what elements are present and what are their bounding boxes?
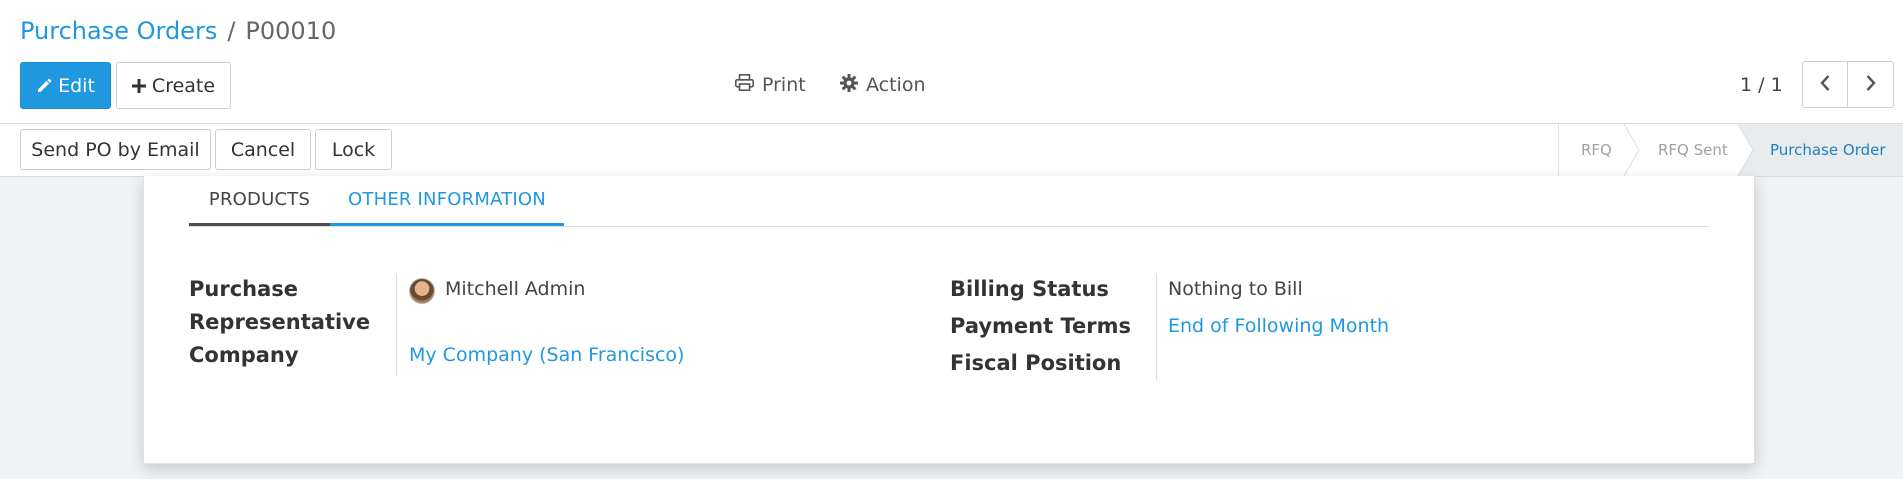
payment-terms-value[interactable]: End of Following Month (1168, 312, 1389, 340)
pager-value[interactable]: 1 / 1 (1740, 70, 1783, 100)
stage-purchase-order[interactable]: Purchase Order (1770, 124, 1886, 176)
tab-products[interactable]: PRODUCTS (189, 176, 330, 226)
breadcrumb-current: P00010 (245, 17, 337, 45)
printer-icon (735, 74, 754, 96)
notebook-tabs: PRODUCTS OTHER INFORMATION (189, 176, 1709, 227)
billing-status-label: Billing Status (950, 277, 1109, 301)
purchase-representative-value[interactable]: Mitchell Admin (445, 275, 585, 303)
billing-status-value: Nothing to Bill (1168, 278, 1303, 300)
send-po-by-email-button[interactable]: Send PO by Email (20, 129, 211, 170)
control-panel: Purchase Orders / P00010 Edit Create Print… (0, 0, 1903, 124)
right-group-divider (1156, 274, 1157, 380)
create-button-label: Create (151, 74, 216, 97)
breadcrumb: Purchase Orders / P00010 (20, 14, 336, 48)
fiscal-position-label: Fiscal Position (950, 351, 1122, 375)
form-sheet: PRODUCTS OTHER INFORMATION Purchase Repr… (143, 176, 1755, 464)
cancel-button[interactable]: Cancel (215, 129, 311, 170)
lock-button[interactable]: Lock (315, 129, 392, 170)
stage-rfq-sent[interactable]: RFQ Sent (1658, 124, 1728, 176)
pager-previous-button[interactable] (1802, 61, 1848, 108)
status-stages: RFQ RFQ Sent Purchase Order (1558, 124, 1903, 176)
payment-terms-label: Payment Terms (950, 314, 1131, 338)
tab-other-information[interactable]: OTHER INFORMATION (330, 176, 564, 226)
company-value[interactable]: My Company (San Francisco) (409, 341, 684, 369)
breadcrumb-purchase-orders[interactable]: Purchase Orders (20, 17, 217, 45)
chevron-right-icon (1865, 74, 1877, 96)
action-menu[interactable]: Action (840, 70, 926, 100)
avatar (409, 278, 435, 304)
chevron-left-icon (1819, 74, 1831, 96)
print-label: Print (762, 74, 806, 96)
stage-rfq[interactable]: RFQ (1581, 124, 1612, 176)
purchase-representative-label-line2: Representative (189, 310, 371, 334)
edit-button[interactable]: Edit (20, 62, 111, 109)
company-label: Company (189, 343, 299, 367)
edit-button-label: Edit (58, 74, 95, 97)
pencil-icon (36, 78, 52, 94)
statusbar: Send PO by Email Cancel Lock RFQ RFQ Sen… (0, 124, 1903, 177)
create-button[interactable]: Create (116, 62, 231, 109)
pager-next-button[interactable] (1848, 61, 1894, 108)
left-group-divider (396, 274, 397, 376)
gear-icon (840, 73, 858, 97)
print-menu[interactable]: Print (735, 70, 806, 100)
action-label: Action (866, 74, 926, 96)
purchase-representative-label-line1: Purchase (189, 277, 299, 301)
breadcrumb-separator: / (227, 17, 236, 45)
plus-icon (131, 78, 146, 93)
